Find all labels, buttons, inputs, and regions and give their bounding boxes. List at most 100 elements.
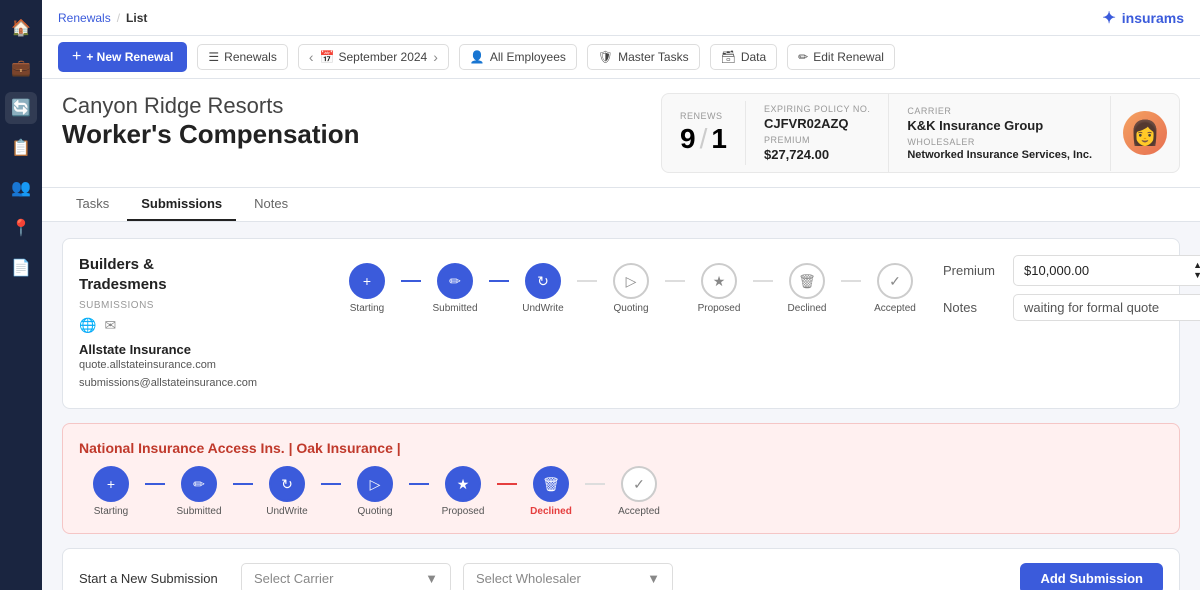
carrier-block: CARRIER K&K Insurance Group WHOLESALER N… (889, 96, 1111, 171)
carrier-icons-1: 🌐 ✉ (79, 317, 319, 334)
data-button[interactable]: 🗃 Data (710, 44, 778, 70)
step-circle-starting-2: + (93, 466, 129, 502)
connector-2b (233, 483, 253, 485)
step-circle-submitted-2: ✏ (181, 466, 217, 502)
carrier-select[interactable]: Select Carrier ▼ (241, 563, 451, 590)
premium-label-small: PREMIUM (764, 135, 870, 145)
step-circle-proposed-2: ★ (445, 466, 481, 502)
step-circle-quoting-2: ▷ (357, 466, 393, 502)
new-submission-label: Start a New Submission (79, 571, 229, 586)
avatar: 👩 (1123, 111, 1167, 155)
step-undwrite-2[interactable]: ↻ UndWrite (255, 466, 319, 517)
breadcrumb-parent[interactable]: Renewals (58, 11, 111, 25)
premium-select-1[interactable]: $10,000.00 ▲ ▼ (1013, 255, 1200, 286)
step-accepted-2[interactable]: ✓ Accepted (607, 466, 671, 517)
new-submission-row: Start a New Submission Select Carrier ▼ … (62, 548, 1180, 590)
step-starting-1[interactable]: + Starting (335, 263, 399, 314)
sidebar-icon-briefcase[interactable]: 💼 (5, 52, 37, 84)
action-bar: + New Renewal ☰ Renewals ‹ 📅 September 2… (42, 36, 1200, 79)
connector-1e (753, 280, 773, 282)
breadcrumb-sep: / (117, 11, 120, 25)
new-renewal-button[interactable]: + New Renewal (58, 42, 187, 72)
step-circle-proposed-1: ★ (701, 263, 737, 299)
sidebar-icon-home[interactable]: 🏠 (5, 12, 37, 44)
premium-row-1: Premium $10,000.00 ▲ ▼ Save (943, 255, 1200, 286)
sidebar-icon-users[interactable]: 👥 (5, 172, 37, 204)
step-label-undwrite-2: UndWrite (266, 506, 308, 517)
avatar-block: 👩 (1111, 103, 1179, 163)
carrier-chevron-icon: ▼ (425, 571, 438, 586)
step-declined-2[interactable]: 🗑 Declined (519, 466, 583, 517)
premium-value-small: $27,724.00 (764, 147, 870, 162)
tab-submissions[interactable]: Submissions (127, 188, 236, 221)
step-label-submitted-1: Submitted (432, 303, 477, 314)
sidebar-icon-clipboard[interactable]: 📋 (5, 132, 37, 164)
renews-label: RENEWS (680, 111, 727, 121)
step-proposed-2[interactable]: ★ Proposed (431, 466, 495, 517)
expiring-block: EXPIRING POLICY NO. CJFVR02AZQ PREMIUM $… (746, 94, 889, 172)
step-quoting-1[interactable]: ▷ Quoting (599, 263, 663, 314)
step-label-starting-1: Starting (350, 303, 384, 314)
submission-card-1: Builders &Tradesmens SUBMISSIONS 🌐 ✉ All… (62, 238, 1180, 409)
all-employees-button[interactable]: 👤 All Employees (459, 44, 577, 70)
data-icon: 🗃 (721, 50, 736, 64)
carrier-contacts-1: quote.allstateinsurance.com submissions@… (79, 357, 319, 392)
step-label-submitted-2: Submitted (176, 506, 221, 517)
tabs-bar: Tasks Submissions Notes (42, 188, 1200, 222)
next-month-button[interactable]: › (431, 49, 440, 65)
policy-company: Canyon Ridge Resorts (62, 93, 641, 119)
workflow-1: + Starting ✏ Submitted ↻ UndWrite ▷ Quot… (335, 263, 927, 314)
step-accepted-1[interactable]: ✓ Accepted (863, 263, 927, 314)
wholesaler-select[interactable]: Select Wholesaler ▼ (463, 563, 673, 590)
add-submission-button[interactable]: Add Submission (1020, 563, 1163, 590)
premium-field-label: Premium (943, 263, 1003, 278)
step-circle-declined-2: 🗑 (533, 466, 569, 502)
main-content: Renewals / List ✦ insurams + New Renewal… (42, 0, 1200, 590)
expiring-value: CJFVR02AZQ (764, 116, 870, 131)
sidebar-icon-document[interactable]: 📄 (5, 252, 37, 284)
step-label-undwrite-1: UndWrite (522, 303, 564, 314)
connector-1a (401, 280, 421, 282)
top-nav: Renewals / List ✦ insurams (42, 0, 1200, 36)
edit-renewal-button[interactable]: ✏ Edit Renewal (787, 44, 895, 70)
sidebar-icon-location[interactable]: 📍 (5, 212, 37, 244)
step-label-declined-1: Declined (788, 303, 827, 314)
step-submitted-2[interactable]: ✏ Submitted (167, 466, 231, 517)
carrier-name-1: Builders &Tradesmens (79, 255, 319, 294)
step-submitted-1[interactable]: ✏ Submitted (423, 263, 487, 314)
shield-icon: 🛡 (598, 50, 613, 64)
prev-month-button[interactable]: ‹ (307, 49, 316, 65)
step-undwrite-1[interactable]: ↻ UndWrite (511, 263, 575, 314)
step-circle-starting-1: + (349, 263, 385, 299)
app-logo: ✦ insurams (1102, 8, 1184, 28)
carrier-sub-label-1: SUBMISSIONS (79, 300, 319, 311)
carrier-info-1: Builders &Tradesmens SUBMISSIONS 🌐 ✉ All… (79, 255, 319, 392)
calendar-icon: 📅 (320, 50, 335, 64)
connector-2f (585, 483, 605, 485)
step-label-accepted-2: Accepted (618, 506, 660, 517)
step-proposed-1[interactable]: ★ Proposed (687, 263, 751, 314)
email-icon[interactable]: ✉ (104, 317, 116, 334)
step-label-proposed-1: Proposed (698, 303, 741, 314)
sidebar-icon-refresh[interactable]: 🔄 (5, 92, 37, 124)
step-circle-undwrite-1: ↻ (525, 263, 561, 299)
step-quoting-2[interactable]: ▷ Quoting (343, 466, 407, 517)
step-starting-2[interactable]: + Starting (79, 466, 143, 517)
step-circle-accepted-1: ✓ (877, 263, 913, 299)
connector-2a (145, 483, 165, 485)
master-tasks-button[interactable]: 🛡 Master Tasks (587, 44, 700, 70)
step-declined-1[interactable]: 🗑 Declined (775, 263, 839, 314)
step-circle-undwrite-2: ↻ (269, 466, 305, 502)
insurer-name-1: Allstate Insurance (79, 342, 319, 357)
wholesaler-label: WHOLESALER (907, 137, 1092, 147)
renewals-button[interactable]: ☰ Renewals (197, 44, 287, 70)
month-nav: ‹ 📅 September 2024 › (298, 44, 449, 70)
policy-header: Canyon Ridge Resorts Worker's Compensati… (42, 79, 1200, 188)
tab-tasks[interactable]: Tasks (62, 188, 123, 221)
globe-icon[interactable]: 🌐 (79, 317, 96, 334)
notes-input-1[interactable] (1013, 294, 1200, 321)
workflow-2: + Starting ✏ Submitted ↻ UndWrite (79, 466, 1163, 517)
tab-notes[interactable]: Notes (240, 188, 302, 221)
month-label: September 2024 (338, 50, 427, 64)
premium-select-value-1: $10,000.00 (1024, 263, 1089, 278)
